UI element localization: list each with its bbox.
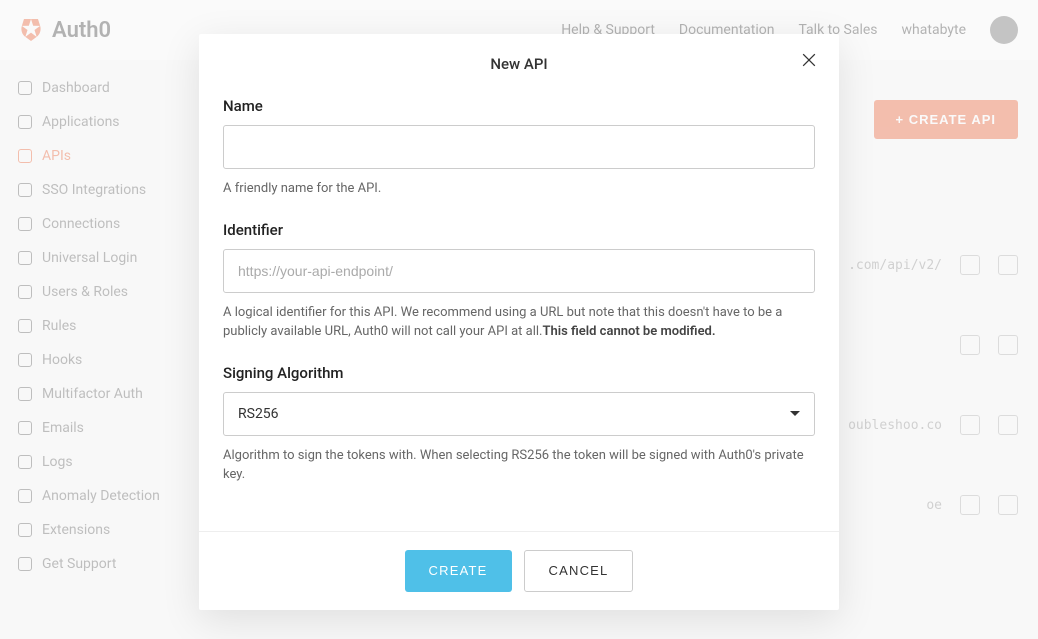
- chevron-down-icon: [790, 411, 800, 416]
- identifier-input[interactable]: [223, 249, 815, 293]
- form-group-name: Name A friendly name for the API.: [223, 97, 815, 199]
- form-group-identifier: Identifier A logical identifier for this…: [223, 221, 815, 342]
- create-button[interactable]: CREATE: [405, 550, 512, 592]
- cancel-button[interactable]: CANCEL: [524, 550, 634, 592]
- modal-overlay: New API Name A friendly name for the API…: [0, 0, 1038, 639]
- modal-title: New API: [490, 55, 547, 73]
- identifier-help: A logical identifier for this API. We re…: [223, 303, 815, 342]
- new-api-modal: New API Name A friendly name for the API…: [199, 34, 839, 610]
- name-label: Name: [223, 97, 815, 115]
- modal-body: Name A friendly name for the API. Identi…: [199, 85, 839, 531]
- algorithm-help: Algorithm to sign the tokens with. When …: [223, 446, 815, 485]
- algorithm-select[interactable]: RS256: [223, 392, 815, 436]
- algorithm-label: Signing Algorithm: [223, 364, 815, 382]
- algorithm-value: RS256: [238, 406, 279, 422]
- modal-header: New API: [199, 34, 839, 85]
- name-help: A friendly name for the API.: [223, 179, 815, 199]
- identifier-label: Identifier: [223, 221, 815, 239]
- identifier-help-bold: This field cannot be modified.: [542, 324, 715, 339]
- close-icon[interactable]: [799, 50, 819, 70]
- modal-footer: CREATE CANCEL: [199, 531, 839, 610]
- name-input[interactable]: [223, 125, 815, 169]
- form-group-algorithm: Signing Algorithm RS256 Algorithm to sig…: [223, 364, 815, 485]
